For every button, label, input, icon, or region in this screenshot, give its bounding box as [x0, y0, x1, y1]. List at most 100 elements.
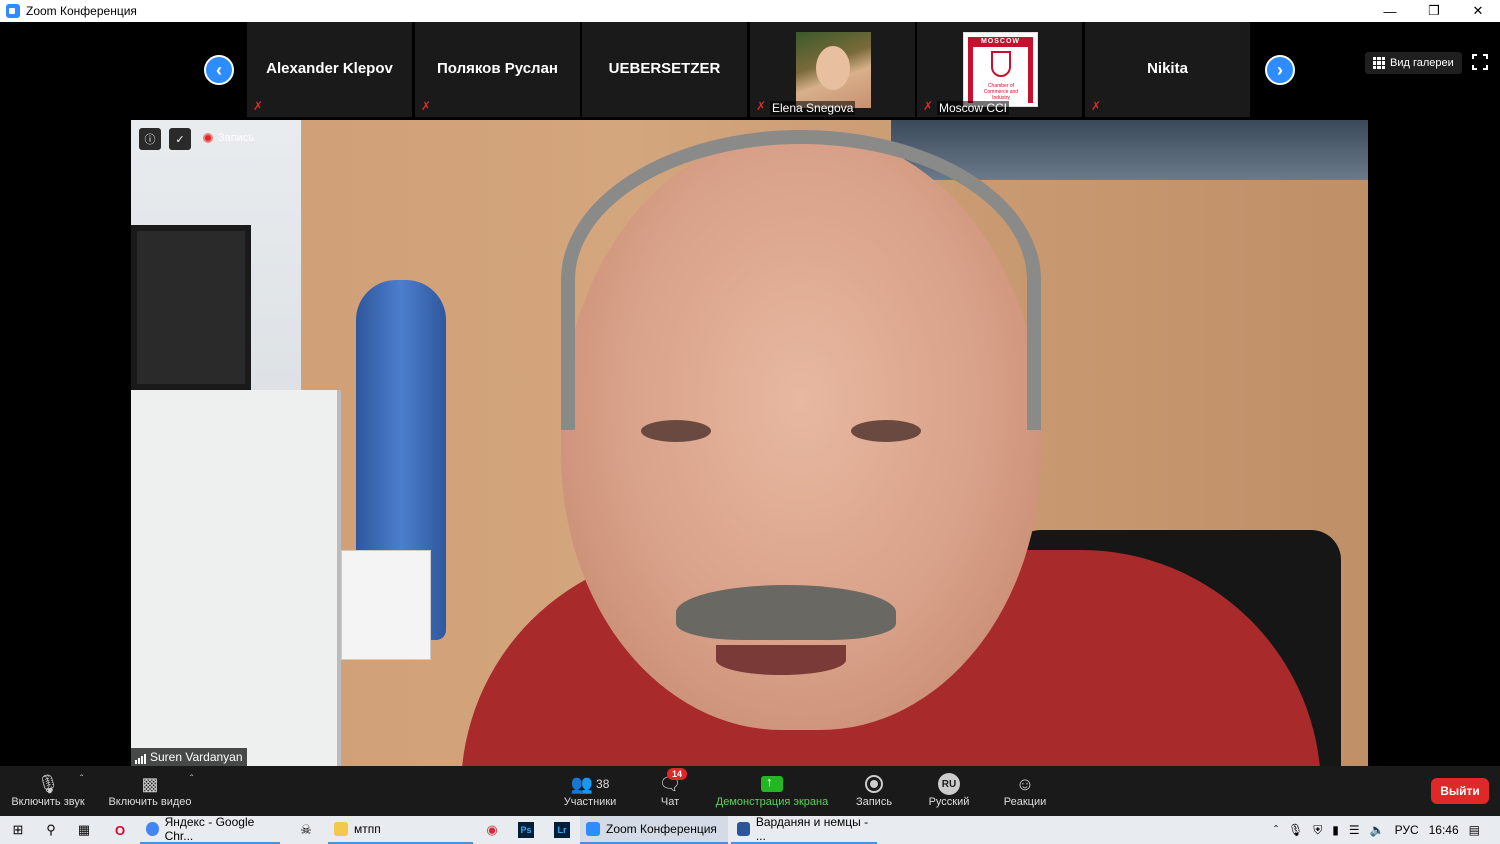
participant-label: Moscow CCI — [937, 101, 1010, 115]
participants-button[interactable]: 👥 38 Участники — [560, 772, 620, 809]
participant-tile[interactable]: UEBERSETZER — [582, 22, 747, 117]
video-options-caret-icon[interactable]: ˆ — [190, 774, 193, 785]
start-video-label: Включить видео — [108, 796, 192, 808]
meeting-toolbar: 🎙 Включить звук ˆ ▩ Включить видео ˆ 👥 38… — [0, 766, 1500, 816]
taskbar-item-label: мтпп — [354, 822, 381, 836]
start-video-button[interactable]: ▩ Включить видео — [106, 772, 194, 809]
clock[interactable]: 16:46 — [1429, 823, 1459, 837]
video-background-whiteboard — [131, 390, 341, 766]
speaker-eye — [851, 420, 921, 442]
fullscreen-icon[interactable] — [1471, 53, 1489, 71]
window-controls: — ❐ ✕ — [1368, 0, 1500, 22]
next-page-button[interactable]: › — [1265, 55, 1295, 85]
windows-start-icon[interactable]: ⊞ — [10, 822, 26, 838]
photoshop-icon[interactable]: Ps — [518, 822, 534, 838]
logo-side-bar — [1028, 37, 1033, 103]
participant-tile[interactable]: Alexander Klepov ✗ — [247, 22, 412, 117]
participant-name: Alexander Klepov — [266, 60, 393, 77]
speaker-mouth — [716, 645, 846, 675]
notifications-icon[interactable]: ▤ — [1469, 823, 1480, 837]
participants-icon: 👥 38 — [570, 773, 610, 794]
share-screen-button[interactable]: Демонстрация экрана — [712, 772, 832, 808]
close-button[interactable]: ✕ — [1456, 0, 1500, 22]
participant-label: Elena Snegova — [770, 101, 856, 115]
speaker-name: Suren Vardanyan — [150, 750, 243, 764]
language-interpretation-button[interactable]: RU Русский — [924, 772, 974, 808]
taskbar-item-word[interactable]: Варданян и немцы - ... — [731, 815, 877, 844]
chrome-icon — [146, 822, 159, 836]
creative-cloud-icon[interactable]: ◉ — [484, 822, 500, 838]
lightroom-icon[interactable]: Lr — [554, 822, 570, 838]
microphone-tray-icon[interactable]: 🎙 — [1288, 823, 1303, 837]
zoom-app-icon — [6, 4, 20, 18]
participants-count: 38 — [596, 777, 610, 791]
video-background-picture — [131, 225, 251, 390]
participant-tile[interactable]: ✗ Elena Snegova — [750, 22, 915, 117]
logo-subtitle: Chamber of Commerce and Industry — [983, 83, 1019, 101]
game-app-icon[interactable]: ☠ — [298, 822, 314, 838]
moscow-cci-logo: MOSCOW Chamber of Commerce and Industry — [963, 32, 1038, 107]
participant-tile[interactable]: Nikita ✗ — [1085, 22, 1250, 117]
participant-name: Поляков Руслан — [437, 60, 558, 77]
gallery-view-label: Вид галереи — [1390, 57, 1454, 69]
grid-icon — [1373, 57, 1385, 69]
reactions-button[interactable]: ☺ Реакции — [1000, 772, 1050, 809]
language-label: Русский — [928, 796, 970, 808]
logo-side-bar — [968, 37, 973, 103]
participant-name: UEBERSETZER — [608, 60, 721, 77]
logo-band-text: MOSCOW — [968, 37, 1033, 47]
security-shield-icon[interactable]: ✓ — [169, 128, 191, 150]
participant-tile[interactable]: Поляков Руслан ✗ — [415, 22, 580, 117]
active-speaker-video: ⓘ ✓ Запись Suren Vardanyan — [131, 120, 1368, 766]
chat-icon: 🗨 14 — [655, 768, 688, 796]
volume-tray-icon[interactable]: 🔈 — [1370, 823, 1385, 837]
taskbar-item-zoom[interactable]: Zoom Конференция — [580, 816, 728, 844]
share-screen-icon — [761, 774, 783, 792]
participant-tile[interactable]: MOSCOW Chamber of Commerce and Industry … — [917, 22, 1082, 117]
participant-name: Nikita — [1147, 60, 1188, 77]
recording-label: Запись — [218, 132, 255, 144]
opera-browser-icon[interactable]: O — [112, 822, 128, 838]
show-hidden-icons-chevron-icon[interactable]: ˆ — [1274, 823, 1278, 837]
muted-mic-icon: ✗ — [421, 99, 432, 113]
minimize-button[interactable]: — — [1368, 0, 1412, 22]
battery-tray-icon[interactable]: ▮ — [1332, 823, 1339, 837]
taskbar-item-label: Яндекс - Google Chr... — [164, 815, 255, 843]
chat-button[interactable]: 🗨 14 Чат — [655, 768, 688, 808]
word-icon — [737, 822, 750, 836]
network-tray-icon[interactable]: ☰ — [1349, 823, 1360, 837]
muted-mic-icon: ✗ — [1091, 99, 1102, 113]
reactions-emoji-icon: ☺ — [1015, 773, 1035, 794]
language-code-badge: RU — [938, 773, 960, 795]
recording-dot-icon — [203, 133, 213, 143]
muted-mic-icon: ✗ — [923, 99, 934, 113]
input-language-indicator[interactable]: РУС — [1395, 823, 1419, 837]
taskbar-item-label: Zoom Конференция — [606, 822, 717, 836]
zoom-icon — [586, 822, 600, 836]
logo-emblem-icon — [991, 51, 1011, 77]
speaker-name-label: Suren Vardanyan — [131, 748, 247, 766]
unmute-label: Включить звук — [11, 796, 85, 808]
taskbar-item-folder[interactable]: мтпп — [328, 816, 473, 844]
previous-page-button[interactable]: ‹ — [204, 55, 234, 85]
search-icon[interactable]: ⚲ — [43, 822, 59, 838]
speaker-mustache — [676, 585, 896, 640]
record-button[interactable]: Запись — [852, 772, 896, 808]
chat-unread-badge: 14 — [667, 768, 688, 780]
task-view-icon[interactable]: ▦ — [76, 822, 92, 838]
leave-meeting-button[interactable]: Выйти — [1431, 778, 1489, 804]
audio-options-caret-icon[interactable]: ˆ — [80, 774, 83, 785]
speaker-eye — [641, 420, 711, 442]
taskbar-item-chrome[interactable]: Яндекс - Google Chr... — [140, 815, 280, 844]
folder-icon — [334, 822, 348, 836]
meeting-info-icon[interactable]: ⓘ — [139, 128, 161, 150]
maximize-button[interactable]: ❐ — [1412, 0, 1456, 22]
participant-strip: ‹ Alexander Klepov ✗ Поляков Руслан ✗ UE… — [0, 22, 1500, 120]
participants-label: Участники — [563, 796, 617, 808]
unmute-button[interactable]: 🎙 Включить звук — [8, 772, 88, 809]
muted-mic-icon: ✗ — [253, 99, 264, 113]
gallery-view-button[interactable]: Вид галереи — [1365, 52, 1462, 74]
system-tray: ˆ 🎙 ⛨ ▮ ☰ 🔈 РУС 16:46 ▤ — [1274, 816, 1500, 844]
security-tray-icon[interactable]: ⛨ — [1313, 823, 1322, 838]
recording-indicator[interactable]: Запись — [203, 132, 254, 144]
